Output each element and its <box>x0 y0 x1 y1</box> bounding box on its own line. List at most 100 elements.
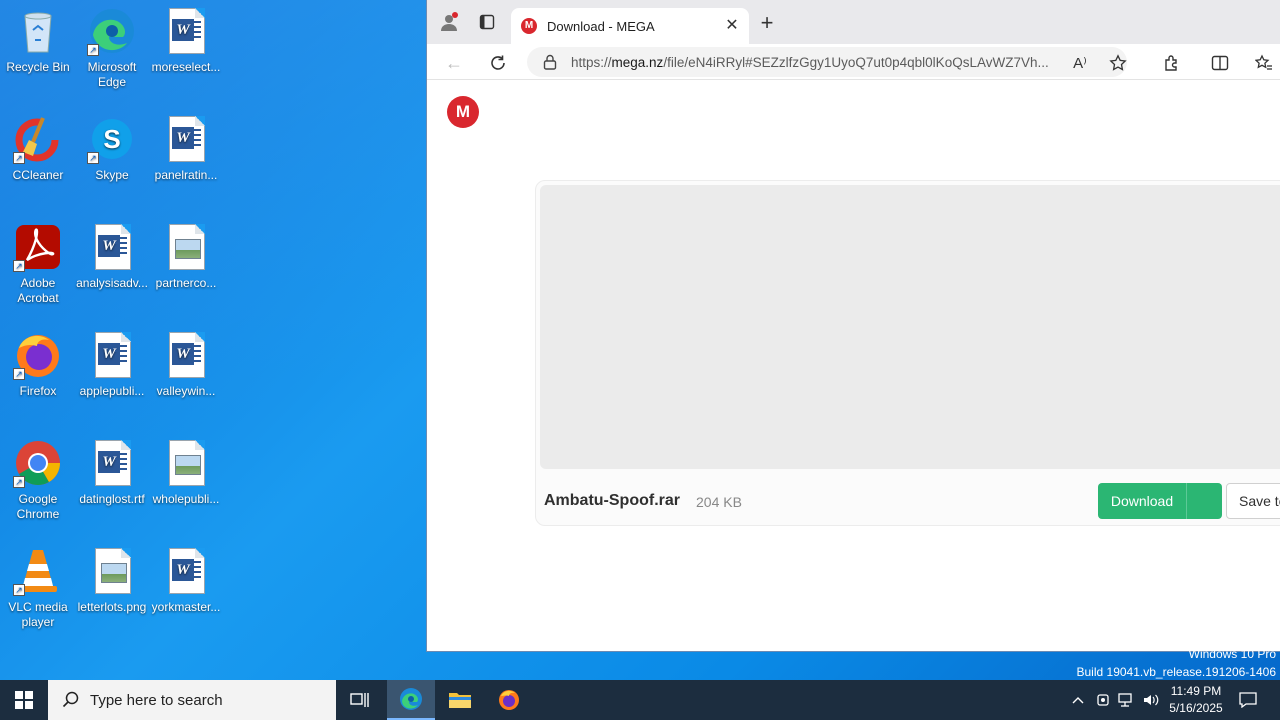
system-clock[interactable]: 11:49 PM 5/16/2025 <box>1160 683 1232 717</box>
tab-title: Download - MEGA <box>547 18 655 34</box>
image-file-icon <box>87 546 137 596</box>
shortcut-arrow-icon: ↗ <box>13 584 25 596</box>
word-doc-icon: W <box>161 330 211 380</box>
file-card: Ambatu-Spoof.rar 204 KB Download Save to <box>535 180 1280 526</box>
desktop-icon-label: Firefox <box>19 384 57 398</box>
desktop-icon-label: letterlots.png <box>77 600 147 614</box>
url-host: mega.nz <box>611 54 664 70</box>
file-name: Ambatu-Spoof.rar <box>544 492 680 509</box>
shortcut-arrow-icon: ↗ <box>87 152 99 164</box>
desktop-icon[interactable]: Recycle Bin <box>0 6 76 75</box>
windows-edition: Windows 10 Pro <box>1188 647 1276 661</box>
taskbar-firefox-icon[interactable] <box>485 680 533 720</box>
recycle-bin-icon <box>13 6 63 56</box>
desktop-icon[interactable]: Wyorkmaster... <box>148 546 224 615</box>
desktop-icon[interactable]: ↗ VLC media player <box>0 546 76 630</box>
desktop-icon[interactable]: ↗ Adobe Acrobat <box>0 222 76 306</box>
shortcut-arrow-icon: ↗ <box>13 152 25 164</box>
volume-icon[interactable] <box>1140 680 1162 720</box>
windows-logo-icon <box>15 691 33 709</box>
desktop-icon-label: analysisadv... <box>76 276 148 290</box>
desktop-icon[interactable]: Wanalysisadv... <box>74 222 150 291</box>
word-doc-icon: W <box>87 222 137 272</box>
desktop-icon-label: Adobe Acrobat <box>17 276 59 305</box>
vlc-icon: ↗ <box>13 546 63 596</box>
skype-icon: S ↗ <box>87 114 137 164</box>
desktop-icon-label: VLC media player <box>8 600 68 629</box>
tray-app-icon[interactable] <box>1092 680 1114 720</box>
word-doc-icon: W <box>87 438 137 488</box>
save-to-button[interactable]: Save to <box>1226 483 1280 519</box>
word-doc-icon: W <box>161 546 211 596</box>
browser-window: M Download - MEGA ✕ + ← https://mega.nz /… <box>426 0 1280 652</box>
desktop-icon[interactable]: letterlots.png <box>74 546 150 615</box>
shortcut-arrow-icon: ↗ <box>13 476 25 488</box>
desktop-icon[interactable]: Wmoreselect... <box>148 6 224 75</box>
desktop-icon-label: yorkmaster... <box>151 600 221 614</box>
refresh-icon[interactable] <box>485 50 511 76</box>
browser-toolbar: ← https://mega.nz/file/eN4iRRyl#SEZzlfzG… <box>427 44 1280 80</box>
download-button[interactable]: Download <box>1098 483 1222 519</box>
word-doc-icon: W <box>161 114 211 164</box>
url-path: /file/eN4iRRyl#SEZzlfzGgy1UyoQ7ut0p4qbl0… <box>663 54 1049 70</box>
desktop-icon-label: panelratin... <box>154 168 218 182</box>
close-tab-icon[interactable]: ✕ <box>723 17 741 35</box>
desktop-icon-label: applepubli... <box>79 384 145 398</box>
desktop-icon[interactable]: ↗ Firefox <box>0 330 76 399</box>
network-icon[interactable] <box>1116 680 1138 720</box>
desktop-icon-label: partnerco... <box>155 276 217 290</box>
tray-overflow-icon[interactable] <box>1068 680 1088 720</box>
address-bar[interactable]: https://mega.nz/file/eN4iRRyl#SEZzlfzGgy… <box>527 47 1127 77</box>
firefox-icon: ↗ <box>13 330 63 380</box>
desktop-icon[interactable]: Wapplepubli... <box>74 330 150 399</box>
favorites-icon[interactable] <box>1251 50 1277 76</box>
desktop-icon[interactable]: ↗ Microsoft Edge <box>74 6 150 90</box>
acrobat-icon: ↗ <box>13 222 63 272</box>
desktop-icon[interactable]: Wdatinglost.rtf <box>74 438 150 507</box>
image-file-icon <box>161 222 211 272</box>
url-scheme: https:// <box>571 54 612 70</box>
desktop-icon-label: moreselect... <box>151 60 221 74</box>
favorite-star-icon[interactable] <box>1105 50 1131 76</box>
shortcut-arrow-icon: ↗ <box>13 368 25 380</box>
desktop-icon-label: datinglost.rtf <box>79 492 145 506</box>
lock-icon[interactable] <box>543 54 557 70</box>
task-view-icon[interactable] <box>336 680 384 720</box>
notifications-icon[interactable] <box>1234 680 1262 720</box>
desktop-icon-label: Skype <box>95 168 129 182</box>
windows-build: Build 19041.vb_release.191206-1406 <box>1076 665 1277 679</box>
start-button[interactable] <box>0 680 48 720</box>
download-options-button[interactable] <box>1186 483 1222 519</box>
desktop-icon[interactable]: Wvalleywin... <box>148 330 224 399</box>
desktop-icon[interactable]: ↗ CCleaner <box>0 114 76 183</box>
file-size: 204 KB <box>696 494 742 510</box>
mega-logo-icon[interactable]: M <box>447 96 479 128</box>
word-doc-icon: W <box>87 330 137 380</box>
desktop-icon-label: wholepubli... <box>152 492 220 506</box>
desktop-icon[interactable]: S ↗ Skype <box>74 114 150 183</box>
desktop-icon[interactable]: partnerco... <box>148 222 224 291</box>
back-icon[interactable]: ← <box>441 50 467 76</box>
read-aloud-icon[interactable]: A⁾ <box>1067 50 1093 76</box>
extensions-icon[interactable] <box>1159 50 1185 76</box>
profile-icon[interactable] <box>437 10 461 34</box>
tab-download-mega[interactable]: M Download - MEGA ✕ <box>511 8 749 44</box>
file-preview <box>540 185 1280 469</box>
desktop-icon-label: valleywin... <box>156 384 216 398</box>
search-icon <box>62 691 79 708</box>
desktop-icon-label: Google Chrome <box>16 492 60 521</box>
desktop-icon[interactable]: ↗ Google Chrome <box>0 438 76 522</box>
file-explorer-icon[interactable] <box>436 680 484 720</box>
mega-favicon-icon: M <box>521 18 537 34</box>
clock-date: 5/16/2025 <box>1169 701 1223 715</box>
download-label: Download <box>1110 493 1174 509</box>
new-tab-button[interactable]: + <box>755 12 779 36</box>
desktop-icon[interactable]: Wpanelratin... <box>148 114 224 183</box>
split-screen-icon[interactable] <box>1207 50 1233 76</box>
taskbar-search[interactable]: Type here to search <box>48 680 336 720</box>
desktop-icon[interactable]: wholepubli... <box>148 438 224 507</box>
tab-actions-icon[interactable] <box>475 10 499 34</box>
search-placeholder: Type here to search <box>90 691 223 709</box>
desktop-icon-label: Microsoft Edge <box>87 60 137 89</box>
taskbar-edge-icon[interactable] <box>387 680 435 720</box>
